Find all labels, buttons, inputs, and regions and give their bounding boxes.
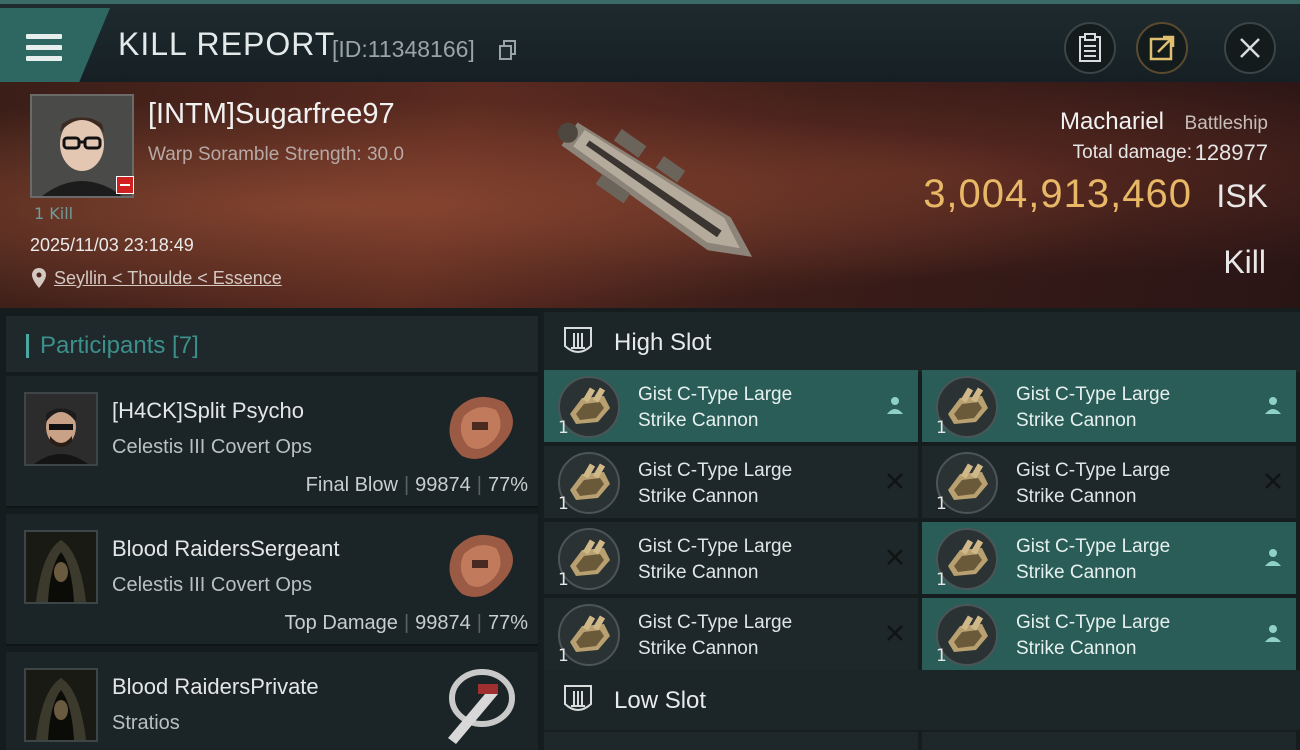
- module-name: Gist C-Type Large Strike Cannon: [638, 460, 793, 507]
- module-quantity: 1: [558, 418, 569, 438]
- victim-banner: [INTM]Sugarfree97 Warp Soramble Strength…: [0, 82, 1300, 308]
- participant-stats: Final Blow | 99874 | 77%: [305, 474, 528, 496]
- participant-ship-image: [449, 396, 513, 459]
- participant-row[interactable]: Blood RaidersPrivate Stratios: [6, 652, 538, 750]
- high-slot-module[interactable]: 1 Gist C-Type Large Strike Cannon: [922, 446, 1296, 518]
- page-title: KILL REPORT: [118, 26, 336, 62]
- destroyed-x-icon: [1265, 473, 1281, 489]
- kill-report-header: KILL REPORT [ID:11348166]: [0, 0, 1300, 82]
- low-slot-module-partial[interactable]: [922, 732, 1296, 750]
- participants-panel: Participants [7] [H4CK]Split Psycho Cele…: [0, 308, 540, 750]
- victim-ship-name[interactable]: Machariel: [1060, 108, 1164, 136]
- high-slot-module[interactable]: 1 Gist C-Type Large Strike Cannon: [922, 370, 1296, 442]
- participant-damage: 99874: [415, 612, 471, 634]
- high-slot-module[interactable]: 1 Gist C-Type Large Strike Cannon: [544, 446, 918, 518]
- victim-kill-count: 1 Kill: [34, 204, 74, 223]
- close-button[interactable]: [1224, 22, 1276, 74]
- fitting-panel: High Slot 1 Gist C-Type Large Strike Canno…: [540, 308, 1300, 750]
- copy-icon[interactable]: [499, 40, 517, 60]
- high-slot-module[interactable]: 1 Gist C-Type Large Strike Cannon: [544, 370, 918, 442]
- module-name: Gist C-Type Large Strike Cannon: [1016, 384, 1171, 431]
- participant-name: [H4CK]Split Psycho: [112, 398, 304, 423]
- dropped-person-icon: [1265, 397, 1281, 414]
- destroyed-x-icon: [887, 549, 903, 565]
- participants-header: Participants [7]: [6, 316, 538, 372]
- victim-ship-class: Battleship: [1184, 113, 1268, 134]
- participant-ship-image: [448, 669, 515, 744]
- destroyed-x-icon: [887, 625, 903, 641]
- high-slot-module[interactable]: 1 Gist C-Type Large Strike Cannon: [544, 522, 918, 594]
- participant-name: Blood RaidersPrivate: [112, 674, 319, 699]
- share-icon: [1149, 35, 1175, 61]
- low-slot-title: Low Slot: [614, 687, 707, 714]
- report-result: Kill: [1223, 244, 1266, 280]
- module-quantity: 1: [936, 494, 947, 514]
- participant-role: Final Blow: [305, 474, 398, 496]
- participant-portrait: [24, 668, 98, 742]
- isk-unit: ISK: [1216, 178, 1268, 214]
- participant-ship-image: [449, 534, 513, 597]
- participant-portrait: [24, 392, 98, 466]
- report-id: [ID:11348166]: [332, 36, 475, 62]
- participant-ship: Celestis III Covert Ops: [112, 436, 313, 458]
- clipboard-icon: [1079, 33, 1101, 62]
- isk-value: 3,004,913,460: [923, 172, 1192, 216]
- dropped-person-icon: [1265, 549, 1281, 566]
- victim-ship-image: [557, 122, 753, 257]
- participant-name: Blood RaidersSergeant: [112, 536, 340, 561]
- high-slot-header: High Slot: [544, 312, 1300, 372]
- kill-datetime: 2025/11/03 23:18:49: [30, 235, 194, 255]
- close-icon: [1240, 38, 1260, 58]
- module-name: Gist C-Type Large Strike Cannon: [1016, 536, 1171, 583]
- destroyed-x-icon: [887, 473, 903, 489]
- participant-role: Top Damage: [284, 612, 398, 634]
- share-button[interactable]: [1136, 22, 1188, 74]
- participants-title: Participants [7]: [40, 332, 199, 359]
- module-quantity: 1: [936, 418, 947, 438]
- clipboard-button[interactable]: [1064, 22, 1116, 74]
- low-slot-module-partial[interactable]: [544, 732, 918, 750]
- kill-location-link[interactable]: Seyllin < Thoulde < Essence: [54, 268, 282, 289]
- participant-damage: 99874: [415, 474, 471, 496]
- participant-ship: Stratios: [112, 712, 180, 734]
- module-quantity: 1: [936, 570, 947, 590]
- module-quantity: 1: [558, 494, 569, 514]
- module-quantity: 1: [558, 570, 569, 590]
- high-slot-title: High Slot: [614, 329, 712, 356]
- module-name: Gist C-Type Large Strike Cannon: [638, 536, 793, 583]
- module-quantity: 1: [558, 646, 569, 666]
- low-slot-header: Low Slot: [544, 670, 1300, 730]
- hamburger-icon: [26, 34, 62, 62]
- module-quantity: 1: [936, 646, 947, 666]
- dropped-person-icon: [887, 397, 903, 414]
- module-name: Gist C-Type Large Strike Cannon: [1016, 460, 1171, 507]
- standing-badge: [116, 176, 134, 194]
- menu-button[interactable]: [0, 8, 110, 82]
- participant-stats: Top Damage | 99874 | 77%: [284, 612, 528, 634]
- dropped-person-icon: [1265, 625, 1281, 642]
- high-slot-module[interactable]: 1 Gist C-Type Large Strike Cannon: [922, 522, 1296, 594]
- participant-portrait: [24, 530, 98, 604]
- high-slot-module[interactable]: 1 Gist C-Type Large Strike Cannon: [544, 598, 918, 670]
- total-damage-label: Total damage:: [1072, 142, 1192, 163]
- participant-percent: 77%: [487, 474, 528, 496]
- high-slot-icon: [564, 327, 592, 353]
- module-name: Gist C-Type Large Strike Cannon: [1016, 612, 1171, 659]
- low-slot-icon: [564, 685, 592, 711]
- victim-name[interactable]: [INTM]Sugarfree97: [148, 98, 395, 131]
- total-damage-value: 128977: [1194, 140, 1268, 165]
- participant-ship: Celestis III Covert Ops: [112, 574, 313, 596]
- warp-scramble-strength: Warp Soramble Strength: 30.0: [148, 144, 404, 165]
- location-pin-icon: [32, 268, 46, 288]
- module-name: Gist C-Type Large Strike Cannon: [638, 612, 793, 659]
- module-name: Gist C-Type Large Strike Cannon: [638, 384, 793, 431]
- participant-percent: 77%: [487, 612, 528, 634]
- high-slot-module[interactable]: 1 Gist C-Type Large Strike Cannon: [922, 598, 1296, 670]
- participant-row[interactable]: [H4CK]Split Psycho Celestis III Covert O…: [6, 376, 538, 508]
- participant-row[interactable]: Blood RaidersSergeant Celestis III Cover…: [6, 514, 538, 646]
